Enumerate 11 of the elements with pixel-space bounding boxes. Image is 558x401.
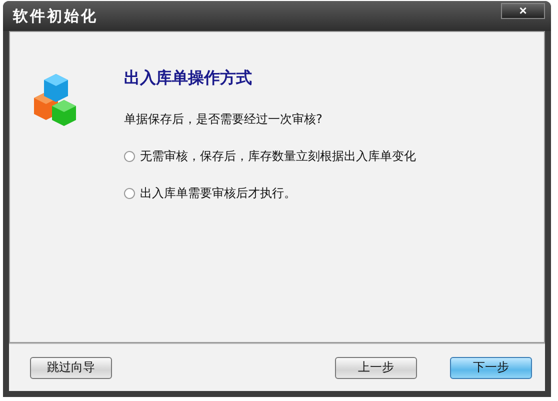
wizard-button[interactable]: 下一步 bbox=[450, 356, 532, 378]
close-button[interactable]: × bbox=[501, 3, 545, 19]
page-heading: 出入库单操作方式 bbox=[124, 68, 253, 89]
option-label[interactable]: 出入库单需要审核后才执行。 bbox=[140, 185, 296, 202]
wizard-button[interactable]: 上一步 bbox=[335, 356, 417, 378]
radio-button[interactable] bbox=[124, 151, 135, 162]
question-text: 单据保存后，是否需要经过一次审核? bbox=[124, 111, 324, 128]
option-label[interactable]: 无需审核，保存后，库存数量立刻根据出入库单变化 bbox=[140, 148, 416, 165]
radio-button[interactable] bbox=[124, 188, 135, 199]
wizard-button[interactable]: 跳过向导 bbox=[30, 356, 112, 378]
window-title: 软件初始化 bbox=[13, 6, 98, 26]
